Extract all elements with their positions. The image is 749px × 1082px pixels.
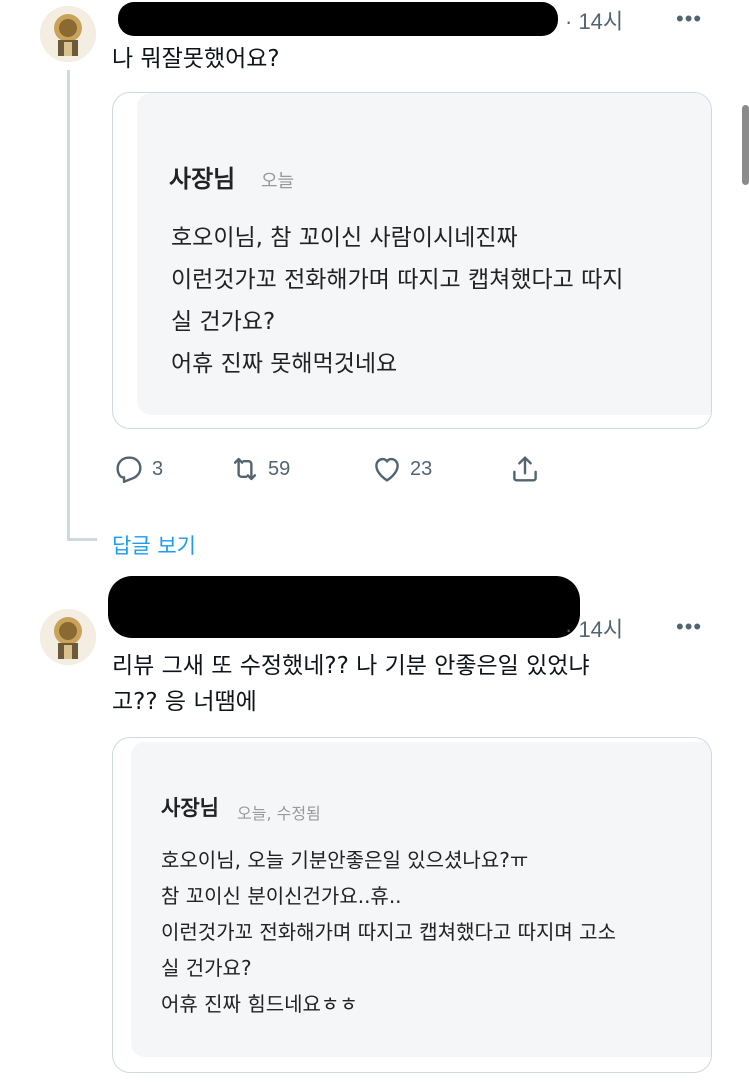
avatar[interactable] (40, 6, 96, 62)
review-line: 이런것가꼬 전화해가며 따지고 캡쳐했다고 따지며 고소 (161, 920, 616, 944)
review-line: 어휴 진짜 못해먹것네요 (171, 351, 398, 377)
like-count: 23 (410, 457, 433, 480)
review-line: 실 건가요? (161, 956, 252, 980)
review-line: 어휴 진짜 힘드네요ㅎㅎ (161, 992, 358, 1016)
retweet-button[interactable]: 59 (228, 452, 290, 486)
review-screenshot: 사장님 오늘, 수정됨 호오이님, 오늘 기분안좋은일 있으셨나요?ㅠ 참 꼬이… (131, 742, 711, 1057)
heart-icon (375, 457, 399, 482)
thread-connector-elbow (67, 538, 97, 541)
like-button[interactable]: 23 (370, 452, 432, 486)
review-author-name: 사장님 (161, 796, 219, 820)
quoted-review-card[interactable]: 사장님 오늘 호오이님, 참 꼬이신 사람이시네진짜 이런것가꼬 전화해가며 따… (112, 92, 712, 429)
more-options-button[interactable]: ••• (676, 6, 702, 32)
review-line: 호오이님, 오늘 기분안좋은일 있으셨나요?ㅠ (161, 848, 529, 872)
redacted-username (108, 576, 580, 638)
tweet-text-line: 리뷰 그새 또 수정했네?? 나 기분 안좋은일 있었냐 (112, 653, 590, 679)
review-line: 참 꼬이신 분이신건가요..휴.. (161, 884, 402, 908)
retweet-icon (233, 457, 257, 481)
scrollbar[interactable] (742, 105, 749, 185)
review-text: 호오이님, 오늘 기분안좋은일 있으셨나요?ㅠ 참 꼬이신 분이신건가요..휴.… (161, 842, 616, 1022)
tweet-timestamp[interactable]: · 14시 (565, 612, 623, 644)
show-replies-link[interactable]: 답글 보기 (112, 530, 196, 560)
redacted-username (118, 2, 558, 36)
tweet-text: 리뷰 그새 또 수정했네?? 나 기분 안좋은일 있었냐 고?? 응 너땜에 (112, 648, 712, 720)
avatar[interactable] (40, 609, 96, 665)
tweet-actions: 3 59 23 (112, 452, 652, 488)
review-date: 오늘 (261, 171, 295, 192)
review-screenshot: 사장님 오늘 호오이님, 참 꼬이신 사람이시네진짜 이런것가꼬 전화해가며 따… (137, 93, 711, 415)
review-line: 호오이님, 참 꼬이신 사람이시네진짜 (171, 225, 518, 251)
quoted-review-card[interactable]: 사장님 오늘, 수정됨 호오이님, 오늘 기분안좋은일 있으셨나요?ㅠ 참 꼬이… (112, 737, 712, 1073)
review-text: 호오이님, 참 꼬이신 사람이시네진짜 이런것가꼬 전화해가며 따지고 캡쳐했다… (171, 217, 623, 385)
reply-button[interactable]: 3 (112, 452, 163, 486)
tweet-timestamp[interactable]: · 14시 (565, 4, 623, 36)
review-date: 오늘, 수정됨 (237, 804, 321, 823)
tweet-text-line: 고?? 응 너땜에 (112, 689, 257, 715)
review-line: 실 건가요? (171, 309, 276, 335)
retweet-count: 59 (268, 457, 291, 480)
tweet-text: 나 뭐잘못했어요? (112, 42, 712, 76)
review-line: 이런것가꼬 전화해가며 따지고 캡쳐했다고 따지 (171, 267, 624, 293)
avatar-image (40, 6, 96, 62)
thread-connector-line (67, 70, 70, 540)
reply-count: 3 (152, 457, 164, 480)
reply-icon (116, 456, 142, 483)
tweet-text-line: 나 뭐잘못했어요? (112, 46, 280, 72)
share-button[interactable] (508, 452, 542, 486)
share-icon (513, 456, 537, 482)
avatar-image (40, 609, 96, 665)
more-options-button[interactable]: ••• (676, 614, 702, 640)
review-author-name: 사장님 (169, 165, 236, 193)
